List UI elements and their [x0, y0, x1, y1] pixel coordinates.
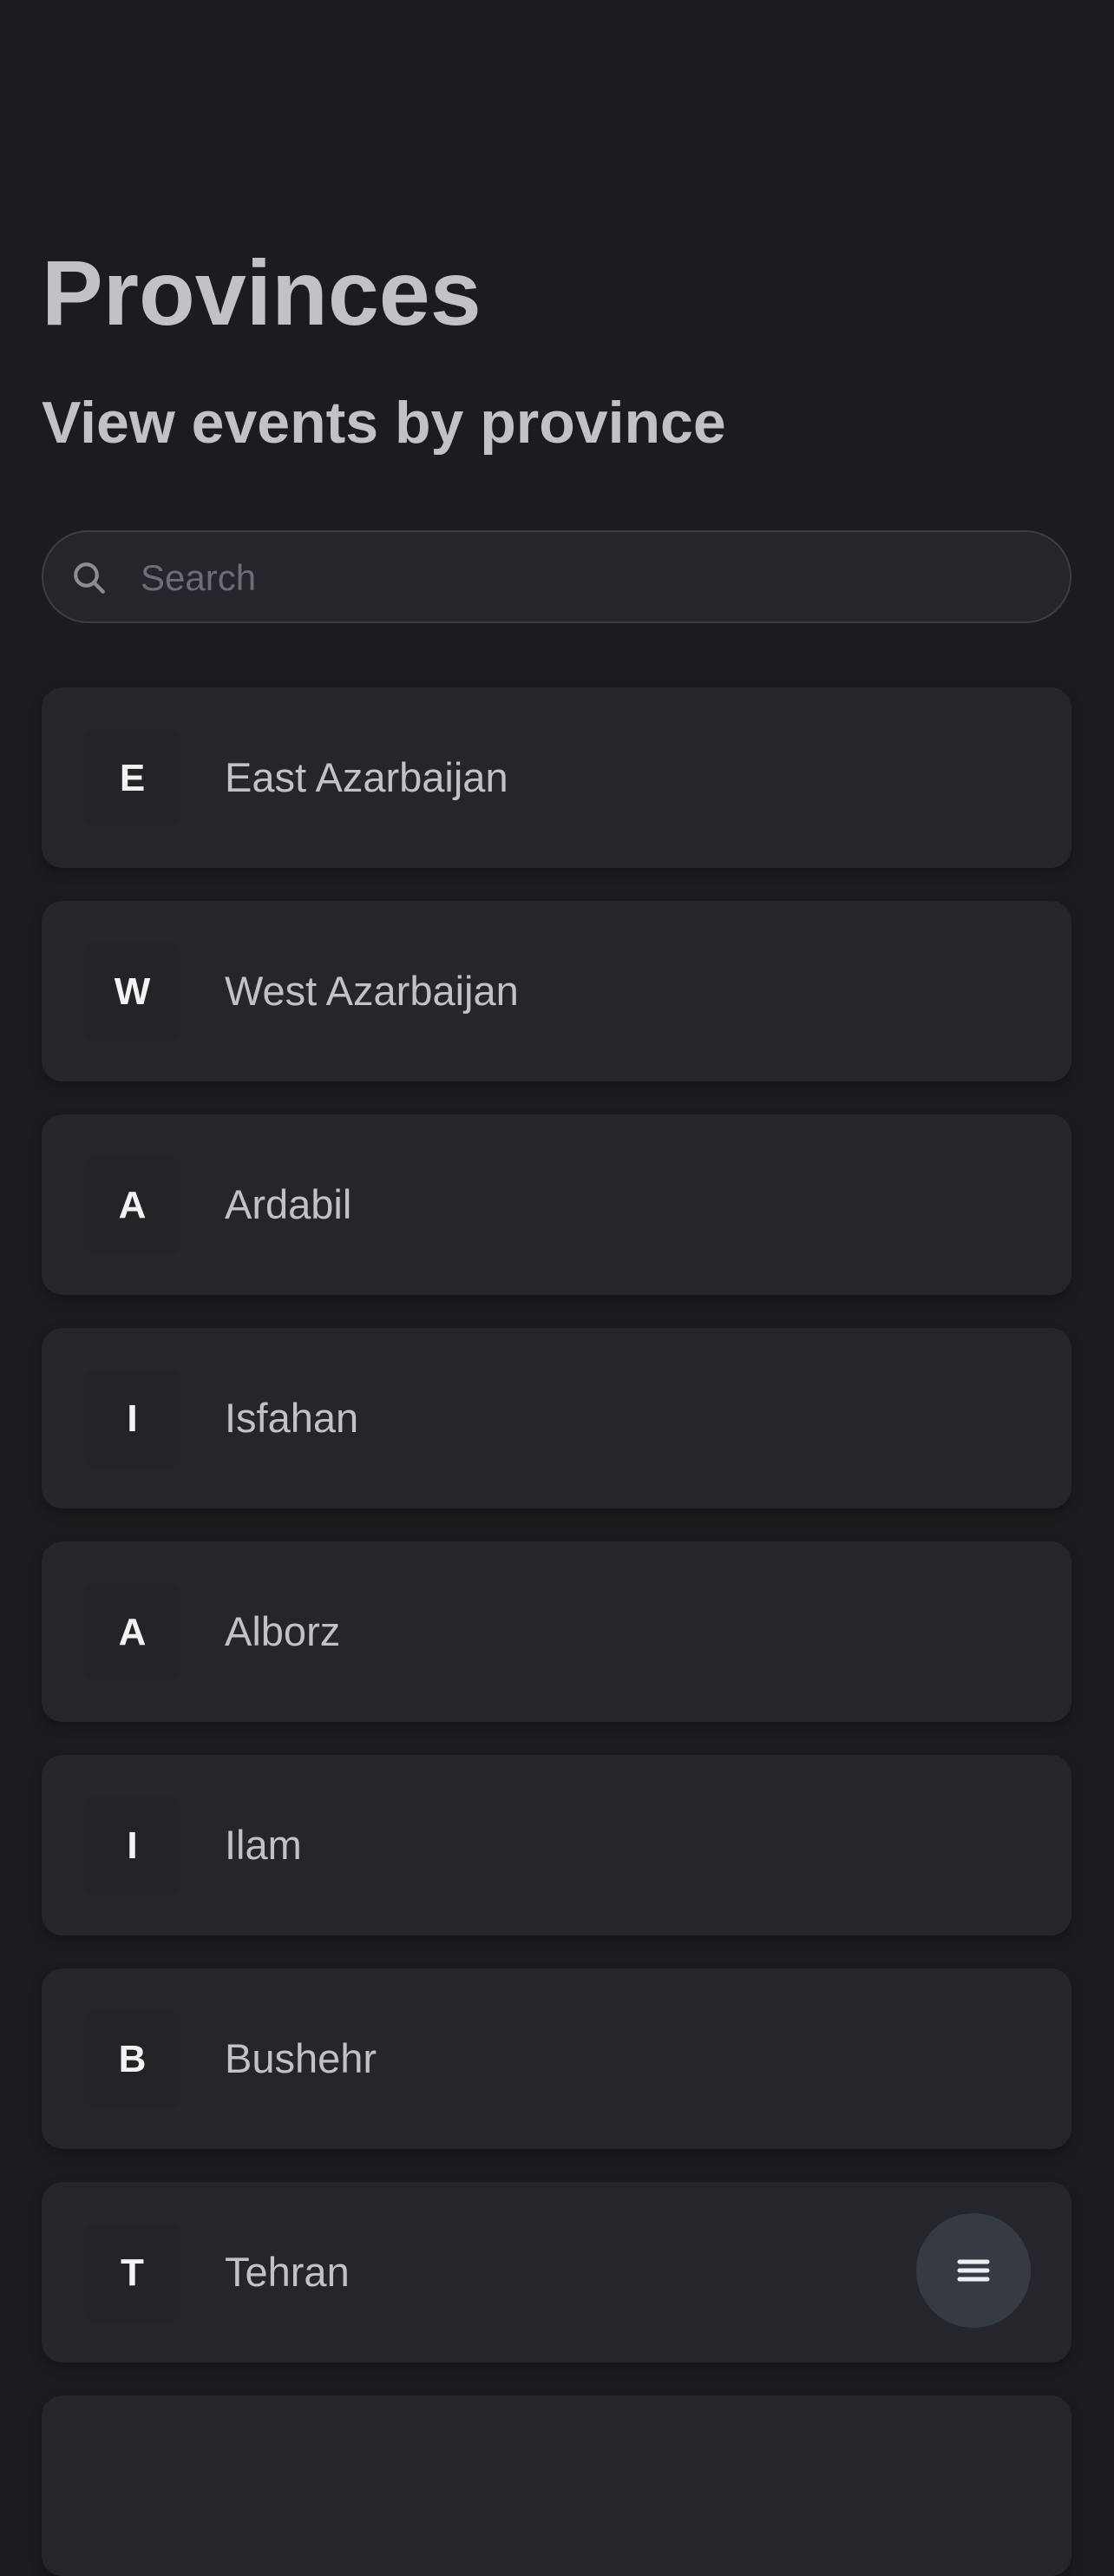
province-card[interactable]: E East Azarbaijan	[42, 687, 1071, 868]
page-title: Provinces	[42, 242, 482, 345]
province-name: West Azarbaijan	[225, 968, 519, 1014]
province-card[interactable]: A Ardabil	[42, 1114, 1071, 1295]
search-bar[interactable]	[42, 530, 1071, 623]
province-name: East Azarbaijan	[225, 754, 508, 800]
province-name: Alborz	[225, 1608, 341, 1654]
province-name: Ilam	[225, 1822, 302, 1868]
province-initial-badge: W	[83, 943, 181, 1041]
province-initial-badge: A	[83, 1156, 181, 1254]
search-input[interactable]	[139, 532, 1045, 623]
province-initial-badge: A	[83, 1583, 181, 1681]
province-name: Bushehr	[225, 2035, 377, 2081]
province-card[interactable]: I Isfahan	[42, 1328, 1071, 1508]
menu-icon	[957, 2259, 990, 2282]
province-card[interactable]: A Alborz	[42, 1541, 1071, 1722]
province-card[interactable]: W West Azarbaijan	[42, 901, 1071, 1081]
province-card[interactable]	[42, 2395, 1071, 2576]
province-initial-badge: I	[83, 1370, 181, 1468]
province-name: Tehran	[225, 2249, 350, 2295]
province-initial-badge: I	[83, 1797, 181, 1895]
province-initial-badge: B	[83, 2010, 181, 2108]
search-icon	[74, 562, 105, 594]
province-initial-badge: T	[83, 2224, 181, 2322]
menu-button[interactable]	[916, 2213, 1031, 2328]
province-card[interactable]: I Ilam	[42, 1755, 1071, 1935]
province-name: Isfahan	[225, 1395, 359, 1441]
province-card[interactable]: B Bushehr	[42, 1968, 1071, 2149]
page-subtitle: View events by province	[42, 390, 726, 456]
province-initial-badge: E	[83, 729, 181, 827]
province-name: Ardabil	[225, 1181, 352, 1227]
